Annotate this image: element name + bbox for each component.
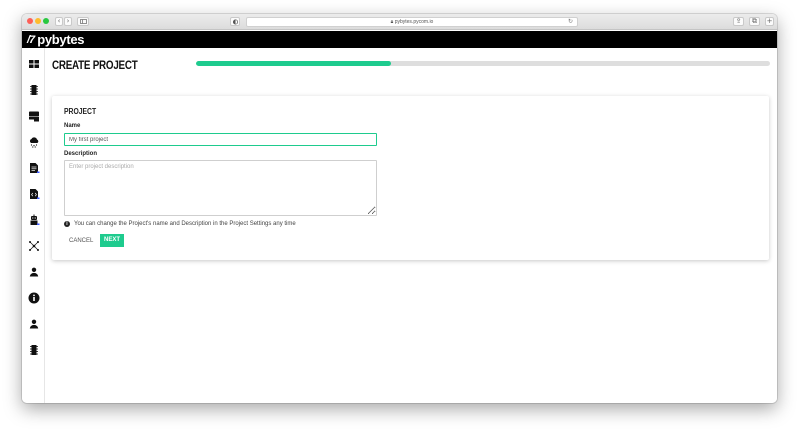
project-description-input[interactable] xyxy=(64,160,377,216)
section-heading: PROJECT xyxy=(64,107,97,116)
cloud-icon xyxy=(29,136,38,148)
wizard-progress-bar xyxy=(196,61,770,66)
description-label: Description xyxy=(64,151,98,157)
account-icon xyxy=(29,319,38,328)
reload-icon[interactable]: ↻ xyxy=(568,18,573,26)
browser-toolbar: ‹ › 🔒︎ pybytes.pycom.io ↻ ⇪ ⧉ + xyxy=(22,14,777,30)
close-window-button[interactable] xyxy=(27,18,33,24)
sidebar-item-users[interactable] xyxy=(27,265,40,278)
settings-hint: i You can change the Project's name and … xyxy=(64,221,296,227)
sidebar-item-network[interactable] xyxy=(27,239,40,252)
shield-icon xyxy=(232,19,238,25)
info-icon: i xyxy=(64,221,70,227)
privacy-button[interactable] xyxy=(230,17,240,26)
back-button[interactable]: ‹ xyxy=(55,17,63,26)
document-icon xyxy=(29,162,39,173)
chip-icon xyxy=(29,344,38,355)
sidebar-toggle-button[interactable] xyxy=(77,17,89,26)
zoom-window-button[interactable] xyxy=(43,18,49,24)
next-button[interactable]: NEXT xyxy=(100,234,124,247)
logo-mark: /7 xyxy=(27,33,35,46)
cancel-button[interactable]: CANCEL xyxy=(65,235,97,247)
tabs-button[interactable]: ⧉ xyxy=(749,17,760,26)
sidebar-item-account[interactable] xyxy=(27,317,40,330)
user-icon xyxy=(29,267,38,276)
main-content: CREATE PROJECT PROJECT Name Description … xyxy=(46,48,777,403)
sidebar-item-document[interactable] xyxy=(27,161,40,174)
network-icon xyxy=(28,240,39,251)
sidebar-item-chip[interactable] xyxy=(27,343,40,356)
server-icon xyxy=(28,111,39,121)
code-file-icon xyxy=(29,188,39,199)
devices-icon xyxy=(29,84,38,95)
address-url: pybytes.pycom.io xyxy=(394,19,434,25)
sidebar-item-code[interactable] xyxy=(27,187,40,200)
minimize-window-button[interactable] xyxy=(35,18,41,24)
robot-icon xyxy=(30,214,39,225)
forward-button[interactable]: › xyxy=(64,17,72,26)
pybytes-logo[interactable]: /7 pybytes xyxy=(27,31,85,48)
sidebar-item-devices[interactable] xyxy=(27,83,40,96)
page-title: CREATE PROJECT xyxy=(52,58,138,72)
sidebar-item-dashboard[interactable] xyxy=(27,57,40,70)
dashboard-icon xyxy=(28,59,39,68)
new-tab-button[interactable]: + xyxy=(765,17,774,26)
project-name-input[interactable] xyxy=(64,133,377,146)
project-form-card: PROJECT Name Description i You can chang… xyxy=(52,96,769,260)
logo-text: pybytes xyxy=(37,32,85,47)
sidebar-item-server[interactable] xyxy=(27,109,40,122)
address-bar[interactable]: 🔒︎ pybytes.pycom.io ↻ xyxy=(246,17,578,27)
app-header: /7 pybytes xyxy=(22,31,777,48)
browser-window: ‹ › 🔒︎ pybytes.pycom.io ↻ ⇪ ⧉ + /7 pybyt… xyxy=(22,14,777,403)
sidebar-item-cloud[interactable] xyxy=(27,135,40,148)
sidebar-nav xyxy=(22,48,45,403)
sidebar-toggle-icon xyxy=(79,19,87,24)
progress-fill xyxy=(196,61,392,66)
hint-text: You can change the Project's name and De… xyxy=(74,221,296,227)
info-icon xyxy=(28,292,39,303)
sidebar-item-robot[interactable] xyxy=(27,213,40,226)
sidebar-item-info[interactable] xyxy=(27,291,40,304)
share-button[interactable]: ⇪ xyxy=(733,17,744,26)
name-label: Name xyxy=(64,123,81,129)
